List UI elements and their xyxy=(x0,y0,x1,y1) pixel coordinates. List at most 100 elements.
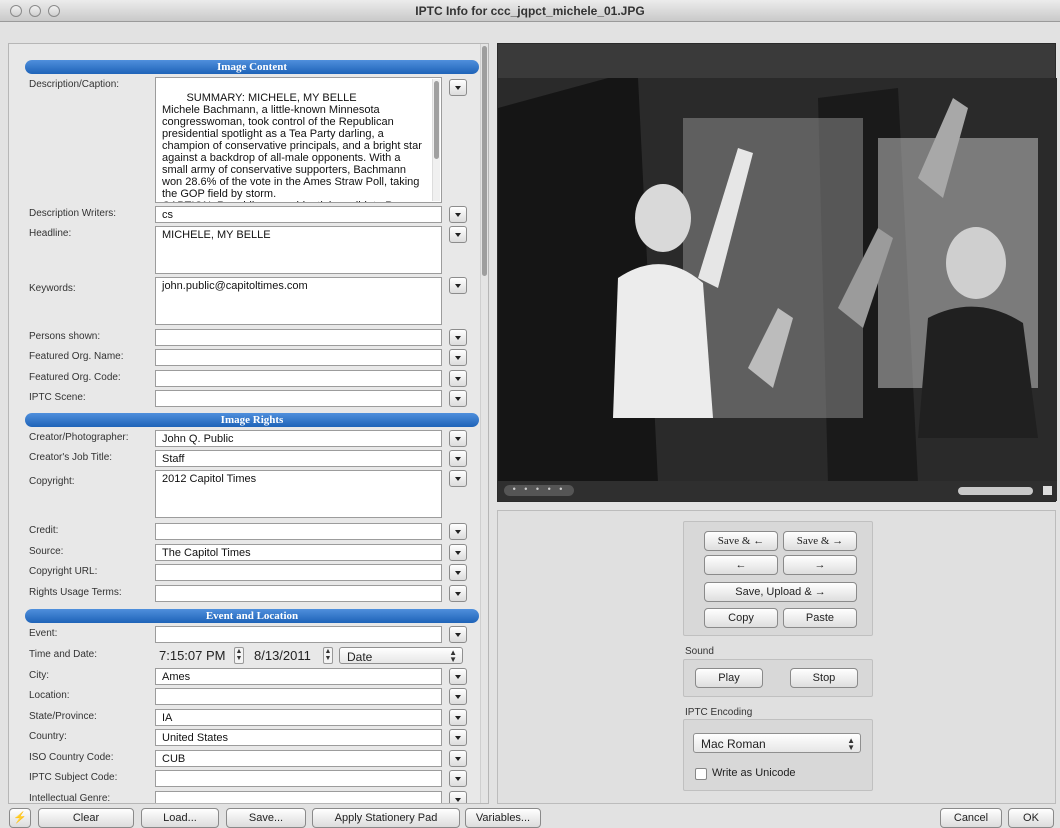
zoom-slider[interactable] xyxy=(958,487,1033,495)
country-field[interactable]: United States xyxy=(155,729,442,746)
fields-scroll-thumb[interactable] xyxy=(482,46,487,276)
iso-country-code-menu-button[interactable] xyxy=(449,750,467,767)
iptc-scene-menu-button[interactable] xyxy=(449,390,467,407)
time-stepper[interactable]: ▲ ▼ xyxy=(234,647,244,664)
iptc-subject-code-menu-button[interactable] xyxy=(449,770,467,787)
encoding-value: Mac Roman xyxy=(701,737,766,751)
featured-org-code-menu-button[interactable] xyxy=(449,370,467,387)
keywords-menu-button[interactable] xyxy=(449,277,467,294)
description-writers-menu-button[interactable] xyxy=(449,206,467,223)
date-field[interactable]: 8/13/2011 xyxy=(254,648,311,663)
next-button[interactable]: → xyxy=(783,555,857,575)
copyright-url-field[interactable] xyxy=(155,564,442,581)
label-creator-photographer: Creator/Photographer: xyxy=(29,432,129,443)
time-field[interactable]: 7:15:07 PM xyxy=(159,648,226,663)
persons-shown-menu-button[interactable] xyxy=(449,329,467,346)
creator-photographer-field[interactable]: John Q. Public xyxy=(155,430,442,447)
encoding-select[interactable]: Mac Roman ▲ ▼ xyxy=(693,733,861,753)
city-menu-button[interactable] xyxy=(449,668,467,685)
location-menu-button[interactable] xyxy=(449,688,467,705)
play-button[interactable]: Play xyxy=(695,668,763,688)
label-keywords: Keywords: xyxy=(29,283,76,294)
description-writers-field[interactable]: cs xyxy=(155,206,442,223)
rights-usage-terms-menu-button[interactable] xyxy=(449,585,467,602)
credit-menu-button[interactable] xyxy=(449,523,467,540)
photo-preview xyxy=(498,78,1057,483)
previous-button[interactable]: ← xyxy=(704,555,778,575)
date-mode-value: Date xyxy=(347,650,373,664)
iptc-scene-field[interactable] xyxy=(155,390,442,407)
label-rights-usage-terms: Rights Usage Terms: xyxy=(29,587,122,598)
variables-button[interactable]: Variables... xyxy=(465,808,541,828)
source-field[interactable]: The Capitol Times xyxy=(155,544,442,561)
encoding-group xyxy=(683,719,873,791)
featured-org-name-field[interactable] xyxy=(155,349,442,366)
clear-button[interactable]: Clear xyxy=(38,808,134,828)
paste-button[interactable]: Paste xyxy=(783,608,857,628)
copyright-field[interactable]: 2012 Capitol Times xyxy=(155,470,442,518)
event-field[interactable] xyxy=(155,626,442,643)
description-caption-field[interactable]: SUMMARY: MICHELE, MY BELLE Michele Bachm… xyxy=(155,77,442,203)
city-field[interactable]: Ames xyxy=(155,668,442,685)
caption-scrollbar[interactable] xyxy=(432,79,440,201)
label-featured-org-code: Featured Org. Code: xyxy=(29,372,121,383)
save-upload-next-button[interactable]: Save, Upload & → xyxy=(704,582,857,602)
preview-page-dots[interactable]: • • • • • xyxy=(504,485,574,496)
featured-org-name-menu-button[interactable] xyxy=(449,349,467,366)
label-iptc-scene: IPTC Scene: xyxy=(29,392,86,403)
copyright-menu-button[interactable] xyxy=(449,470,467,487)
label-intellectual-genre: Intellectual Genre: xyxy=(29,793,111,804)
label-location: Location: xyxy=(29,690,70,701)
description-caption-menu-button[interactable] xyxy=(449,79,467,96)
intellectual-genre-menu-button[interactable] xyxy=(449,791,467,803)
label-state-province: State/Province: xyxy=(29,711,97,722)
bottom-toolbar: ⚡ Clear Load... Save... Apply Stationery… xyxy=(0,806,1060,828)
event-menu-button[interactable] xyxy=(449,626,467,643)
headline-field[interactable]: MICHELE, MY BELLE xyxy=(155,226,442,274)
copyright-url-menu-button[interactable] xyxy=(449,564,467,581)
credit-field[interactable] xyxy=(155,523,442,540)
load-button[interactable]: Load... xyxy=(141,808,219,828)
iptc-fields-panel: Image Content Description/Caption: SUMMA… xyxy=(8,43,489,804)
creator-job-title-menu-button[interactable] xyxy=(449,450,467,467)
stop-button[interactable]: Stop xyxy=(790,668,858,688)
save-and-next-button[interactable]: Save & → xyxy=(783,531,857,551)
save-and-previous-button[interactable]: Save & ← xyxy=(704,531,778,551)
description-caption-text: SUMMARY: MICHELE, MY BELLE Michele Bachm… xyxy=(162,92,422,202)
fields-scrollbar[interactable] xyxy=(480,44,488,803)
iso-country-code-field[interactable]: CUB xyxy=(155,750,442,767)
sound-label: Sound xyxy=(685,646,714,657)
headline-menu-button[interactable] xyxy=(449,226,467,243)
actions-lightning-button[interactable]: ⚡ xyxy=(9,808,31,828)
label-iptc-subject-code: IPTC Subject Code: xyxy=(29,772,118,783)
caption-scroll-thumb[interactable] xyxy=(434,81,439,159)
label-credit: Credit: xyxy=(29,525,59,536)
copy-button[interactable]: Copy xyxy=(704,608,778,628)
label-copyright: Copyright: xyxy=(29,476,75,487)
creator-photographer-menu-button[interactable] xyxy=(449,430,467,447)
source-menu-button[interactable] xyxy=(449,544,467,561)
fit-size-icon[interactable] xyxy=(1043,486,1052,495)
ok-button[interactable]: OK xyxy=(1008,808,1054,828)
persons-shown-field[interactable] xyxy=(155,329,442,346)
save-button[interactable]: Save... xyxy=(226,808,306,828)
iptc-subject-code-field[interactable] xyxy=(155,770,442,787)
keywords-field[interactable]: john.public@capitoltimes.com xyxy=(155,277,442,325)
cancel-button[interactable]: Cancel xyxy=(940,808,1002,828)
date-stepper[interactable]: ▲ ▼ xyxy=(323,647,333,664)
location-field[interactable] xyxy=(155,688,442,705)
date-mode-select[interactable]: Date ▲ ▼ xyxy=(339,647,463,664)
creator-job-title-field[interactable]: Staff xyxy=(155,450,442,467)
apply-stationery-pad-button[interactable]: Apply Stationery Pad xyxy=(312,808,460,828)
intellectual-genre-field[interactable] xyxy=(155,791,442,803)
iptc-window: IPTC Info for ccc_jqpct_michele_01.JPG I… xyxy=(0,0,1060,828)
country-menu-button[interactable] xyxy=(449,729,467,746)
rights-usage-terms-field[interactable] xyxy=(155,585,442,602)
write-unicode-checkbox[interactable] xyxy=(695,768,707,780)
section-image-rights: Image Rights xyxy=(25,413,479,427)
label-time-and-date: Time and Date: xyxy=(29,649,97,660)
label-city: City: xyxy=(29,670,49,681)
state-province-field[interactable]: IA xyxy=(155,709,442,726)
state-province-menu-button[interactable] xyxy=(449,709,467,726)
featured-org-code-field[interactable] xyxy=(155,370,442,387)
